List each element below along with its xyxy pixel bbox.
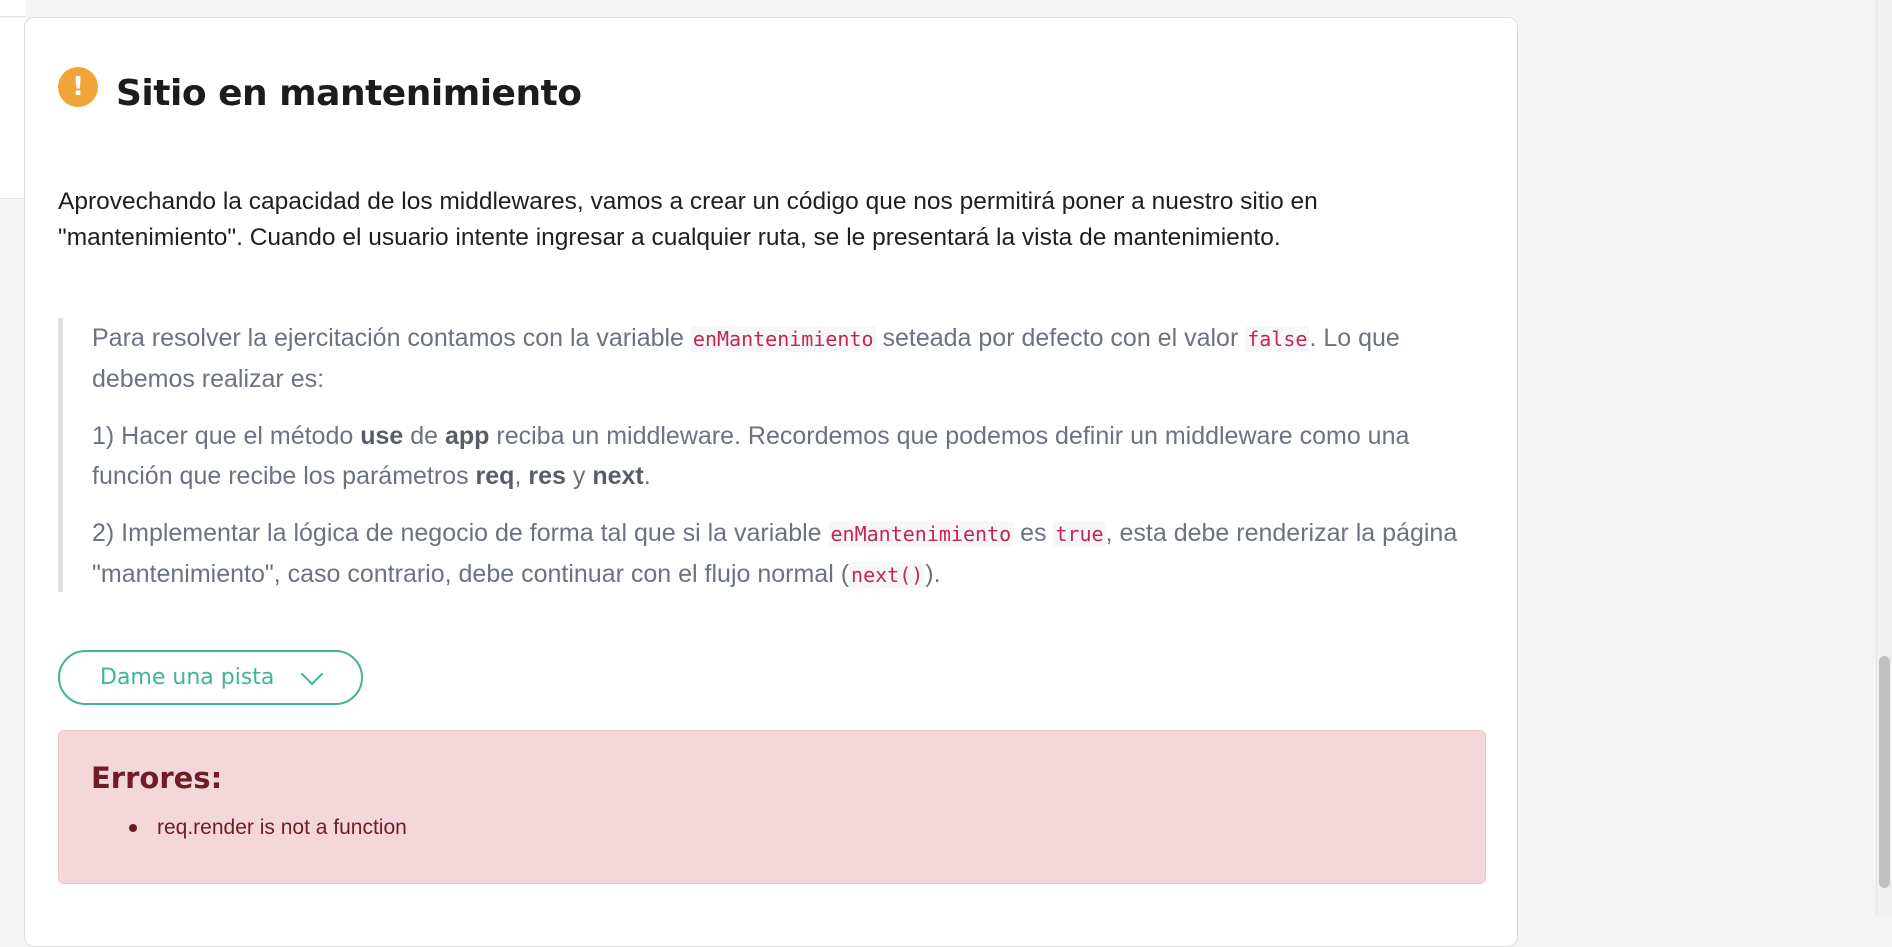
instructions-blockquote: Para resolver la ejercitación contamos c… — [58, 318, 1478, 592]
text: 2) Implementar la lógica de negocio de f… — [92, 519, 829, 547]
code-variable: enMantenimiento — [828, 521, 1014, 547]
code-variable: enMantenimiento — [690, 326, 876, 352]
text: de — [403, 422, 445, 450]
hint-button[interactable]: Dame una pista — [58, 650, 363, 705]
scrollbar-thumb[interactable] — [1879, 656, 1890, 888]
bold-term: req — [475, 462, 515, 490]
instruction-paragraph: Para resolver la ejercitación contamos c… — [92, 318, 1478, 399]
exercise-title: Sitio en mantenimiento — [116, 72, 582, 114]
text: es — [1013, 519, 1054, 547]
right-pane — [1534, 0, 1876, 916]
exclamation-circle-icon: ! — [58, 67, 98, 107]
hint-button-label: Dame una pista — [100, 665, 275, 690]
text: , — [514, 462, 529, 490]
exercise-header: ! Sitio en mantenimiento — [58, 67, 582, 118]
text: Para resolver la ejercitación contamos c… — [92, 324, 691, 352]
left-panel-edge — [0, 0, 26, 916]
bold-term: res — [528, 462, 566, 490]
code-call: next() — [849, 562, 926, 588]
text: 1) Hacer que el método — [92, 422, 361, 450]
text: y — [565, 462, 593, 490]
left-panel-segment — [0, 0, 26, 17]
code-value: false — [1245, 326, 1310, 352]
errors-heading: Errores: — [91, 761, 223, 795]
left-panel-segment — [0, 18, 26, 199]
errors-list: req.render is not a function — [129, 813, 407, 843]
instruction-step: 1) Hacer que el método use de app reciba… — [92, 416, 1478, 496]
text: . — [643, 462, 651, 490]
code-value: true — [1053, 521, 1106, 547]
error-message: req.render is not a function — [157, 816, 407, 839]
bold-term: next — [592, 462, 644, 490]
instruction-step: 2) Implementar la lógica de negocio de f… — [92, 513, 1478, 595]
exercise-intro: Aprovechando la capacidad de los middlew… — [58, 188, 1318, 251]
error-item: req.render is not a function — [129, 813, 407, 843]
chevron-down-icon — [301, 662, 324, 685]
text: ). — [925, 560, 941, 588]
bullet-icon — [129, 824, 137, 832]
bold-term: app — [445, 422, 490, 450]
errors-alert: Errores: req.render is not a function — [58, 730, 1486, 884]
text: seteada por defecto con el valor — [875, 324, 1246, 352]
bold-term: use — [360, 422, 404, 450]
